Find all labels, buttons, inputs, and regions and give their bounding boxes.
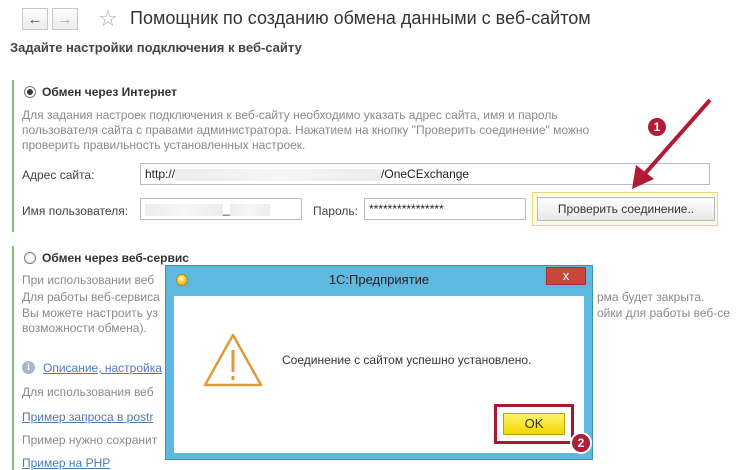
- username-value: _: [223, 202, 230, 216]
- php-example-link[interactable]: Пример на PHP: [22, 456, 110, 470]
- ok-button[interactable]: OK: [503, 413, 565, 435]
- password-label: Пароль:: [313, 204, 358, 218]
- page-title: Помощник по созданию обмена данными с ве…: [130, 8, 591, 28]
- star-icon[interactable]: ☆: [98, 6, 118, 32]
- ok-button-highlight: OK: [494, 404, 574, 444]
- ws-help-line-2: Для работы веб-сервиса: [22, 290, 160, 304]
- ws-help-line-4: возможности обмена).: [22, 321, 147, 335]
- arrow-left-icon: ←: [27, 10, 43, 28]
- section-accent-internet: [12, 80, 14, 232]
- postman-example-link[interactable]: Пример запроса в postr: [22, 410, 153, 424]
- back-button[interactable]: ←: [22, 8, 48, 30]
- dialog-title: 1С:Предприятие: [328, 272, 430, 287]
- address-suffix: /OneCExchange: [381, 167, 470, 181]
- close-icon: x: [562, 268, 570, 283]
- info-icon: i: [22, 361, 35, 374]
- arrow-right-icon: →: [57, 10, 73, 28]
- radio-internet-label: Обмен через Интернет: [42, 85, 178, 99]
- internet-help-line-1: Для задания настроек подключения к веб-с…: [22, 108, 558, 122]
- address-prefix: http://: [145, 167, 176, 181]
- internet-help-line-3: проверить правильность установленных нас…: [22, 138, 306, 152]
- ws-help-right-1: рма будет закрыта.: [597, 290, 705, 304]
- ws-help-line-3: Вы можете настроить уз: [22, 306, 158, 320]
- forward-button[interactable]: →: [52, 8, 78, 30]
- annotation-marker-1: 1: [646, 116, 668, 138]
- message-dialog: 1С:Предприятие x Соединение с сайтом усп…: [165, 265, 593, 460]
- internet-help-line-2: пользователя сайта с правами администрат…: [22, 123, 590, 137]
- address-label: Адрес сайта:: [22, 168, 95, 182]
- warning-icon: [203, 333, 263, 387]
- annotation-marker-2: 2: [570, 432, 592, 454]
- ws-help-line-1: При использовании веб: [22, 273, 155, 287]
- ws-save-text: Пример нужно сохранит: [22, 433, 158, 447]
- section-accent-webservice: [12, 246, 14, 470]
- check-connection-button[interactable]: Проверить соединение..: [537, 197, 715, 221]
- radio-webservice-label: Обмен через веб-сервис: [42, 251, 189, 265]
- username-label: Имя пользователя:: [22, 204, 129, 218]
- dialog-close-button[interactable]: x: [546, 267, 586, 285]
- dialog-message: Соединение с сайтом успешно установлено.: [282, 353, 532, 367]
- ws-help-right-2: ойки для работы веб-се: [597, 306, 730, 320]
- password-input[interactable]: ****************: [364, 198, 526, 220]
- radio-internet[interactable]: [24, 86, 36, 98]
- username-input[interactable]: _: [140, 198, 302, 220]
- radio-webservice[interactable]: [24, 252, 36, 264]
- ws-usage-text: Для использования веб: [22, 385, 154, 399]
- dialog-body: Соединение с сайтом успешно установлено.…: [174, 296, 584, 453]
- page-subtitle: Задайте настройки подключения к веб-сайт…: [10, 40, 302, 55]
- annotation-arrow-icon: [632, 98, 712, 189]
- description-link[interactable]: Описание, настройка: [43, 361, 162, 375]
